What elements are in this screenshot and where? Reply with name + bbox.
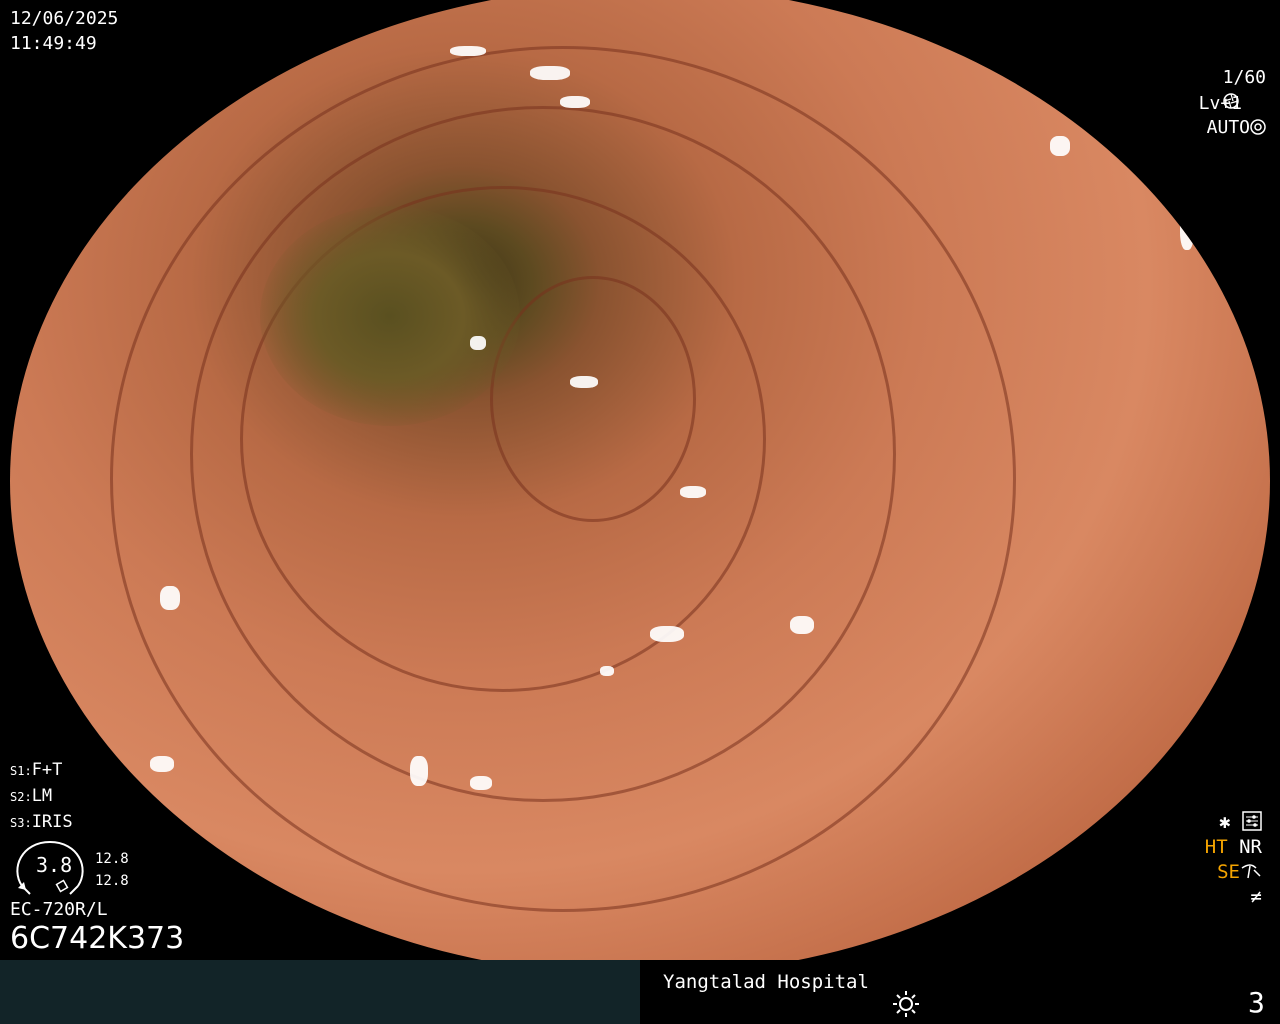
status-row-4: ≠ bbox=[1205, 885, 1262, 910]
specular-highlight bbox=[600, 666, 614, 676]
setting-s1: S1:F+T bbox=[10, 760, 63, 780]
mucosal-fold bbox=[490, 276, 696, 522]
specular-highlight bbox=[470, 336, 486, 350]
specular-highlight bbox=[650, 626, 684, 642]
status-panel: ✱ HT NR SE ≠ bbox=[1205, 810, 1262, 910]
scope-settings: S1:F+T S2:LM S3:IRIS bbox=[10, 758, 73, 836]
specular-highlight bbox=[680, 486, 706, 498]
setting-s2: S2:LM bbox=[10, 786, 53, 806]
fan-icon bbox=[1241, 864, 1261, 879]
scope-serial: 6C742K373 bbox=[10, 921, 185, 956]
gauge-value: 3.8 bbox=[36, 853, 73, 877]
specular-highlight bbox=[470, 776, 492, 790]
specular-highlight bbox=[790, 616, 814, 634]
status-row-2: HT NR bbox=[1205, 835, 1262, 860]
sliders-icon bbox=[1242, 811, 1262, 831]
se-indicator: SE bbox=[1217, 861, 1240, 883]
footer-left bbox=[0, 960, 640, 1024]
endoscope-view bbox=[10, 0, 1270, 976]
specular-highlight bbox=[570, 376, 598, 388]
specular-highlight bbox=[560, 96, 590, 108]
zoom-values: 12.8 12.8 bbox=[95, 848, 129, 892]
specular-highlight bbox=[530, 66, 570, 80]
exam-date: 12/06/2025 bbox=[10, 8, 119, 29]
setting-s3: S3:IRIS bbox=[10, 812, 73, 832]
specular-highlight bbox=[410, 756, 428, 786]
specular-highlight bbox=[1050, 136, 1070, 156]
specular-highlight bbox=[150, 756, 174, 772]
brightness-level: Lv+1 AUTO bbox=[1177, 68, 1266, 140]
auto-mode: AUTO bbox=[1206, 117, 1250, 138]
status-row-3: SE bbox=[1205, 860, 1262, 885]
not-equal-icon: ≠ bbox=[1250, 886, 1262, 908]
specular-highlight bbox=[450, 46, 486, 56]
image-counter: 3 bbox=[1248, 986, 1265, 1019]
status-row-1: ✱ bbox=[1205, 810, 1262, 835]
asterisk-icon: ✱ bbox=[1219, 811, 1231, 833]
exam-time: 11:49:49 bbox=[10, 33, 97, 54]
specular-highlight bbox=[1180, 206, 1194, 250]
sun-icon bbox=[893, 991, 919, 1017]
lumen bbox=[260, 206, 520, 426]
hospital-name: Yangtalad Hospital bbox=[663, 971, 869, 993]
level-value: Lv+1 bbox=[1198, 93, 1242, 114]
ht-indicator: HT bbox=[1204, 836, 1228, 858]
camera-iris-icon bbox=[1250, 119, 1266, 135]
zoom-bottom: 12.8 bbox=[95, 873, 129, 889]
scope-model: EC-720R/L bbox=[10, 899, 108, 920]
zoom-top: 12.8 bbox=[95, 851, 129, 867]
specular-highlight bbox=[160, 586, 180, 610]
nr-indicator: NR bbox=[1239, 836, 1262, 858]
